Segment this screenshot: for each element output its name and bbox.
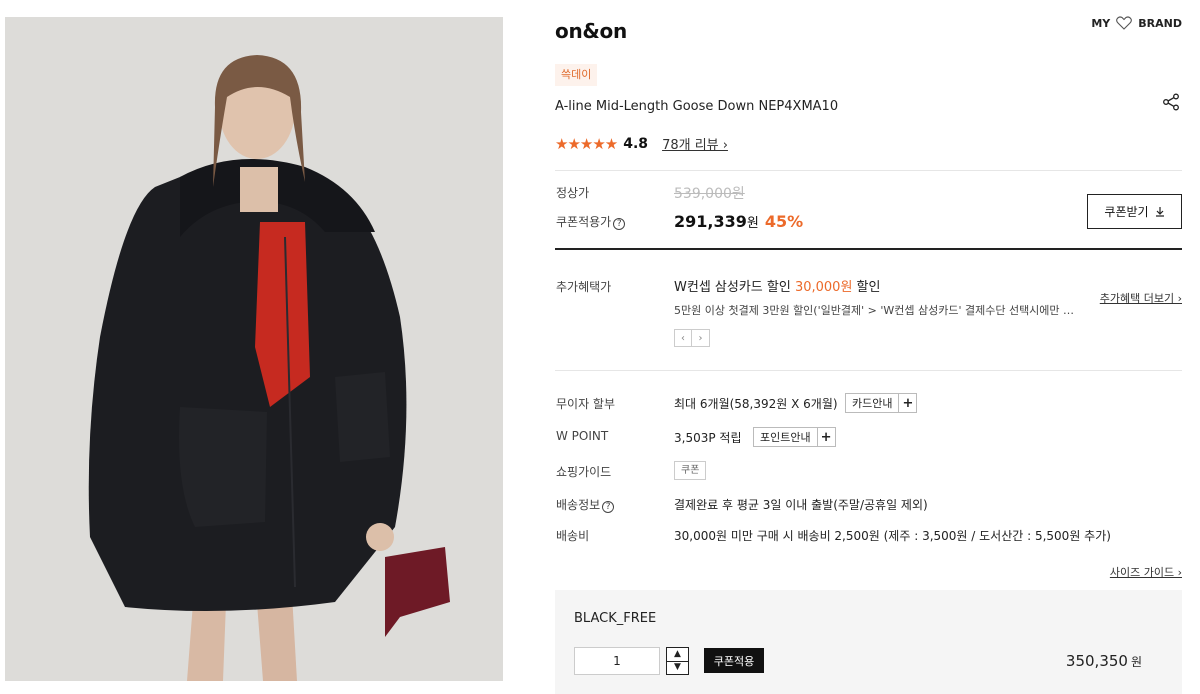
share-icon[interactable] [1162,93,1180,111]
apply-coupon-button[interactable]: 쿠폰적용 [704,648,764,673]
point-guide-button[interactable]: 포인트안내 + [753,427,836,447]
shopping-guide-label: 쇼핑가이드 [556,465,612,479]
wpoint-value: 3,503P 적립 [674,431,742,445]
divider [555,370,1182,371]
benefit-detail: 5만원 이상 첫결제 3만원 할인('일반결제' > 'W컨셉 삼성카드' 결제… [674,304,1084,317]
option-name: BLACK_FREE [574,611,657,626]
more-benefit-link[interactable]: 추가혜택 더보기 › [1100,290,1182,306]
selected-option-box [555,590,1182,694]
increase-icon[interactable]: ▲ [667,648,688,661]
coupon-tag[interactable]: 쿠폰 [674,461,707,480]
next-button[interactable]: › [692,329,710,347]
regular-price-label: 정상가 [556,186,590,200]
brand-name[interactable]: on&on [555,19,627,43]
decrease-icon[interactable]: ▼ [667,660,688,675]
top-links: MY BRAND [1091,16,1182,30]
event-tag: 쓱데이 [555,64,598,86]
rating-row: ★★★★★ 4.8 78개 리뷰 › [555,134,728,154]
divider [555,170,1182,171]
product-name: A-line Mid-Length Goose Down NEP4XMA10 [555,99,839,114]
model-photo-icon [5,17,503,681]
quantity-stepper[interactable]: ▲ ▼ [666,647,689,675]
benefit-label: 추가혜택가 [556,280,612,294]
shipping-fee-value: 30,000원 미만 구매 시 배송비 2,500원 (제주 : 3,500원 … [674,529,1111,543]
wpoint-label: W POINT [556,429,609,443]
coupon-price-label: 쿠폰적용가? [556,213,626,230]
delivery-value: 결제완료 후 평균 3일 이내 출발(주말/공휴일 제외) [674,498,928,512]
card-guide-button[interactable]: 카드안내 + [845,393,918,413]
discount-rate: 45% [764,212,804,231]
card-benefit: W컨셉 삼성카드 할인 30,000원 할인 [674,280,881,295]
help-icon[interactable]: ? [613,218,626,230]
reviews-link[interactable]: 78개 리뷰 › [662,134,728,153]
download-icon [1155,207,1164,217]
divider [555,248,1182,250]
plus-icon: + [816,428,835,446]
rating-score: 4.8 [623,135,649,152]
size-guide-link[interactable]: 사이즈 가이드 › [1110,564,1182,580]
brand-link[interactable]: BRAND [1138,17,1182,30]
help-icon[interactable]: ? [602,501,615,513]
quantity-input[interactable] [574,647,660,675]
benefit-pager: ‹ › [674,329,710,347]
coupon-price: 291,339원 45% [674,212,804,231]
product-photo [5,17,503,681]
delivery-label: 배송정보? [556,496,615,513]
prev-button[interactable]: ‹ [674,329,692,347]
option-price: 350,350 원 [1065,652,1142,670]
plus-icon: + [898,394,916,412]
regular-price: 539,000원 [674,186,745,202]
rating-stars: ★★★★★ [555,134,618,153]
heart-icon[interactable] [1116,16,1133,30]
installment-label: 무이자 할부 [556,397,616,411]
get-coupon-button[interactable]: 쿠폰받기 [1087,194,1182,229]
installment-value: 최대 6개월(58,392원 X 6개월) [674,397,838,411]
shipping-fee-label: 배송비 [556,529,590,543]
my-link[interactable]: MY [1091,17,1110,30]
